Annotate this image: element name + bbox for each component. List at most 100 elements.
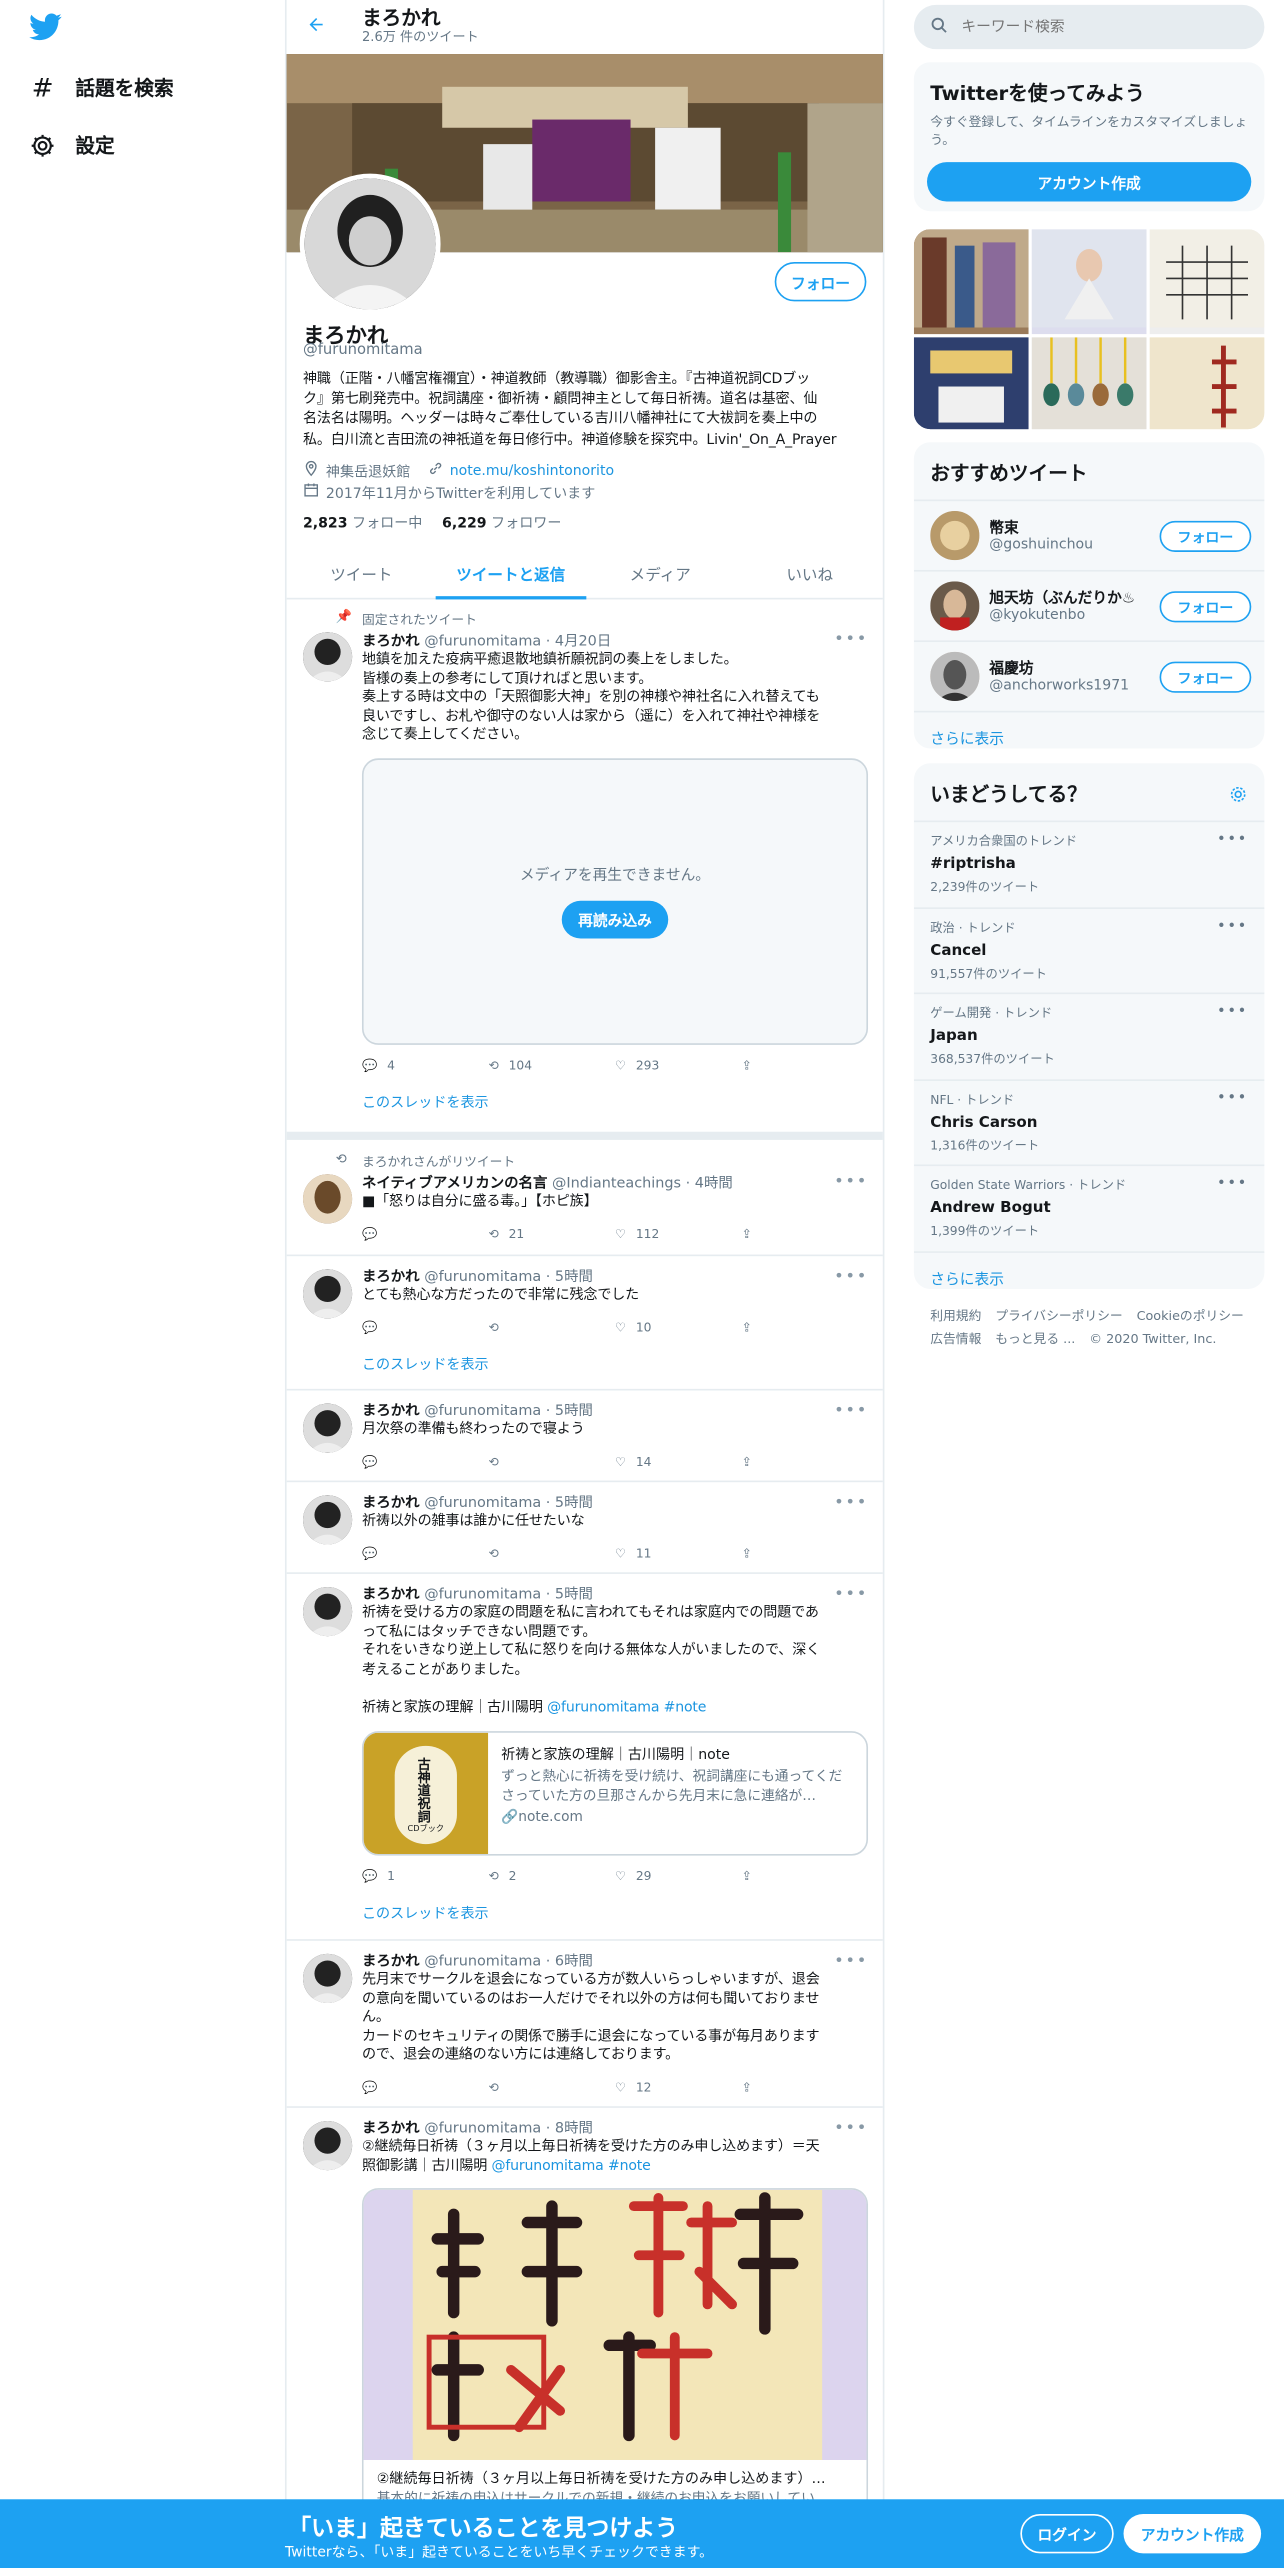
share-button[interactable]: ⇪ bbox=[742, 2079, 869, 2094]
tweet-author-name[interactable]: ネイティブアメリカンの名言 bbox=[362, 1176, 547, 1192]
tweet-avatar[interactable] bbox=[302, 1495, 353, 1545]
nav-explore[interactable]: # 話題を検索 bbox=[29, 72, 174, 103]
like-button[interactable]: ♡ 10 bbox=[615, 1319, 742, 1334]
link-card[interactable]: 古神道祝詞 CDブック 祈祷と家族の理解｜古川陽明｜note ずっと熱心に祈祷を… bbox=[361, 1731, 869, 1856]
retweet-button[interactable]: ⟲ bbox=[488, 1319, 615, 1334]
retweet-button[interactable]: ⟲ 2 bbox=[488, 1869, 615, 1884]
tweet-mention-link[interactable]: @furunomitama #note bbox=[491, 2158, 650, 2174]
nav-settings[interactable]: 設定 bbox=[29, 131, 115, 159]
tweet-author-name[interactable]: まろかれ bbox=[362, 1495, 420, 1511]
tweet-avatar[interactable] bbox=[302, 1587, 353, 1637]
gallery-photo[interactable] bbox=[913, 337, 1029, 430]
follow-button[interactable]: フォロー bbox=[1159, 661, 1252, 693]
reply-button[interactable]: 💬 bbox=[362, 1319, 489, 1334]
tweet-time[interactable]: · 8時間 bbox=[546, 2121, 593, 2137]
signup-button[interactable]: アカウント作成 bbox=[1123, 2514, 1262, 2554]
reply-button[interactable]: 💬 bbox=[362, 2079, 489, 2094]
more-icon[interactable]: ••• bbox=[1217, 1176, 1248, 1192]
retweet-button[interactable]: ⟲ bbox=[488, 1545, 615, 1560]
tweet-author-name[interactable]: まろかれ bbox=[362, 1404, 420, 1420]
recommended-user[interactable]: 旭天坊（ぶんだりか♨ @kyokutenbo フォロー bbox=[913, 569, 1265, 640]
tweet-avatar[interactable] bbox=[302, 632, 353, 682]
reply-button[interactable]: 💬 bbox=[362, 1226, 489, 1241]
tab-media[interactable]: メディア bbox=[586, 547, 735, 598]
gallery-photo[interactable] bbox=[1031, 337, 1147, 430]
follow-button[interactable]: フォロー bbox=[1159, 520, 1252, 552]
followers-stat[interactable]: 6,229 フォロワー bbox=[442, 513, 561, 532]
tweet-avatar[interactable] bbox=[302, 1403, 353, 1453]
media-player[interactable]: メディアを再生できません。 再読み込み bbox=[361, 757, 869, 1045]
tweet-time[interactable]: · 5時間 bbox=[546, 1495, 593, 1511]
profile-url[interactable]: note.mu/koshintonorito bbox=[450, 463, 614, 479]
trend-item[interactable]: NFL · トレンド Chris Carson 1,316件のツイート ••• bbox=[913, 1078, 1265, 1164]
tweet-mention-link[interactable]: @furunomitama #note bbox=[547, 1699, 706, 1715]
retweet-button[interactable]: ⟲ 21 bbox=[488, 1226, 615, 1241]
tweet-author-name[interactable]: まろかれ bbox=[362, 2121, 420, 2137]
gear-icon[interactable] bbox=[1228, 780, 1248, 811]
like-button[interactable]: ♡ 29 bbox=[615, 1869, 742, 1884]
tweet[interactable]: ••• まろかれ @furunomitama · 5時間 とても熱心な方だったの… bbox=[286, 1256, 883, 1391]
more-icon[interactable]: ••• bbox=[1217, 1090, 1248, 1106]
tweet-time[interactable]: · 5時間 bbox=[546, 1587, 593, 1603]
profile-avatar[interactable] bbox=[299, 173, 441, 315]
trend-item[interactable]: アメリカ合衆国のトレンド #riptrisha 2,239件のツイート ••• bbox=[913, 820, 1265, 907]
tab-tweets-and-replies[interactable]: ツイートと返信 bbox=[436, 547, 586, 600]
more-icon[interactable]: ••• bbox=[1217, 1004, 1248, 1020]
search-input[interactable] bbox=[961, 18, 1240, 36]
like-button[interactable]: ♡ 112 bbox=[615, 1226, 742, 1241]
tweet-time[interactable]: · 5時間 bbox=[546, 1404, 593, 1420]
tweet[interactable]: ⟲ まろかれさんがリツイート ••• ネイティブアメリカンの名言 @Indian… bbox=[286, 1142, 883, 1257]
reload-button[interactable]: 再読み込み bbox=[561, 900, 669, 939]
tab-tweets[interactable]: ツイート bbox=[287, 547, 436, 598]
login-button[interactable]: ログイン bbox=[1020, 2514, 1114, 2554]
twitter-logo-icon[interactable] bbox=[29, 13, 62, 47]
tweet-time[interactable]: · 5時間 bbox=[546, 1269, 593, 1285]
recommended-user[interactable]: 幣束 @goshuinchou フォロー bbox=[913, 499, 1265, 570]
reply-button[interactable]: 💬 bbox=[362, 1545, 489, 1560]
retweet-button[interactable]: ⟲ 104 bbox=[488, 1057, 615, 1072]
tweet-time[interactable]: · 4時間 bbox=[686, 1176, 733, 1192]
like-button[interactable]: ♡ 14 bbox=[615, 1454, 742, 1469]
tweet-avatar[interactable] bbox=[302, 1269, 353, 1319]
recommended-show-more[interactable]: さらに表示 bbox=[913, 710, 1265, 748]
share-button[interactable]: ⇪ bbox=[742, 1319, 869, 1334]
footer-more-link[interactable]: もっと見る ... bbox=[995, 1332, 1075, 1347]
tweet[interactable]: ••• まろかれ @furunomitama · 5時間 月次祭の準備も終わった… bbox=[286, 1390, 883, 1483]
tweet[interactable]: 📌 固定されたツイート ••• まろかれ @furunomitama · 4月2… bbox=[287, 599, 883, 1131]
tweet-author-name[interactable]: まろかれ bbox=[362, 1587, 420, 1603]
show-thread-link[interactable]: このスレッドを表示 bbox=[362, 1354, 868, 1373]
link-card-large[interactable]: ②継続毎日祈祷（３ヶ月以上毎日祈祷を受けた方のみ申し込めます）… 基本的に祈祷の… bbox=[361, 2188, 869, 2516]
tweet-avatar[interactable] bbox=[302, 1953, 353, 2004]
follow-button[interactable]: フォロー bbox=[774, 262, 867, 302]
tweet[interactable]: ••• まろかれ @furunomitama · 8時間 ②継続毎日祈祷（３ヶ月… bbox=[287, 2108, 883, 2534]
tweet-avatar[interactable] bbox=[302, 2120, 353, 2171]
like-button[interactable]: ♡ 12 bbox=[615, 2079, 742, 2094]
trend-item[interactable]: 政治 · トレンド Cancel 91,557件のツイート ••• bbox=[913, 906, 1265, 993]
reply-button[interactable]: 💬 bbox=[362, 1454, 489, 1469]
tweet-time[interactable]: · 4月20日 bbox=[546, 634, 611, 650]
retweet-button[interactable]: ⟲ bbox=[488, 1454, 615, 1469]
reply-button[interactable]: 💬 4 bbox=[362, 1057, 489, 1072]
reply-button[interactable]: 💬 1 bbox=[362, 1869, 489, 1884]
search-bar[interactable] bbox=[913, 4, 1265, 50]
tweet-time[interactable]: · 6時間 bbox=[546, 1954, 593, 1970]
show-thread-link[interactable]: このスレッドを表示 bbox=[362, 1092, 868, 1111]
following-stat[interactable]: 2,823 フォロー中 bbox=[303, 513, 422, 532]
tweet-author-name[interactable]: まろかれ bbox=[362, 1954, 420, 1970]
follow-button[interactable]: フォロー bbox=[1159, 591, 1252, 623]
tweet-author-name[interactable]: まろかれ bbox=[362, 1269, 420, 1285]
tweet[interactable]: ••• まろかれ @furunomitama · 5時間 祈祷以外の雑事は誰かに… bbox=[286, 1482, 883, 1574]
trend-item[interactable]: ゲーム開発 · トレンド Japan 368,537件のツイート ••• bbox=[913, 992, 1265, 1079]
more-icon[interactable]: ••• bbox=[1217, 832, 1248, 848]
trend-item[interactable]: Golden State Warriors · トレンド Andrew Bogu… bbox=[913, 1164, 1265, 1250]
share-button[interactable]: ⇪ bbox=[742, 1454, 869, 1469]
share-button[interactable]: ⇪ bbox=[742, 1226, 869, 1241]
gallery-photo[interactable] bbox=[1149, 337, 1265, 430]
more-icon[interactable]: ••• bbox=[1217, 918, 1248, 934]
create-account-button[interactable]: アカウント作成 bbox=[926, 162, 1252, 202]
share-button[interactable]: ⇪ bbox=[742, 1545, 869, 1560]
share-button[interactable]: ⇪ bbox=[742, 1869, 869, 1884]
footer-privacy-link[interactable]: プライバシーポリシー bbox=[995, 1309, 1122, 1324]
like-button[interactable]: ♡ 293 bbox=[615, 1057, 742, 1072]
tweet[interactable]: ••• まろかれ @furunomitama · 6時間 先月末でサークルを退会… bbox=[286, 1941, 883, 2108]
